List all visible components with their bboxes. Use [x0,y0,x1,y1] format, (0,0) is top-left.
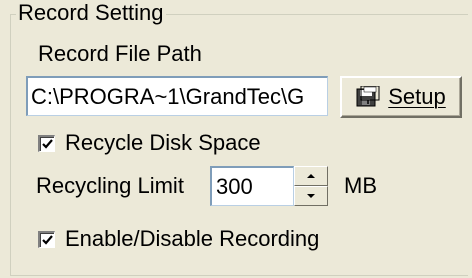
recycle-disk-space-label: Recycle Disk Space [65,130,261,155]
recycling-limit-input[interactable] [210,166,294,206]
spin-down-button[interactable] [294,186,328,206]
recycle-disk-space-row[interactable]: Recycle Disk Space [38,130,261,156]
enable-recording-row[interactable]: Enable/Disable Recording [38,226,319,252]
floppy-disk-icon [356,85,380,108]
recycle-disk-space-checkbox[interactable] [38,134,55,152]
group-title: Record Setting [16,0,166,25]
checkmark-icon [42,234,53,245]
recycling-limit-spinner [294,166,328,206]
recycling-limit-label: Recycling Limit [36,173,184,198]
recycling-limit-unit: MB [344,173,377,198]
enable-recording-label: Enable/Disable Recording [65,226,320,251]
arrow-down-icon [307,194,315,198]
arrow-up-icon [307,174,315,178]
record-file-path-input[interactable] [26,76,328,116]
record-file-path-label: Record File Path [38,41,202,66]
setup-button[interactable]: Setup [340,76,462,118]
setup-button-label: Setup [388,84,446,109]
enable-recording-checkbox[interactable] [38,230,55,248]
checkmark-icon [42,138,53,149]
spin-up-button[interactable] [294,166,328,186]
